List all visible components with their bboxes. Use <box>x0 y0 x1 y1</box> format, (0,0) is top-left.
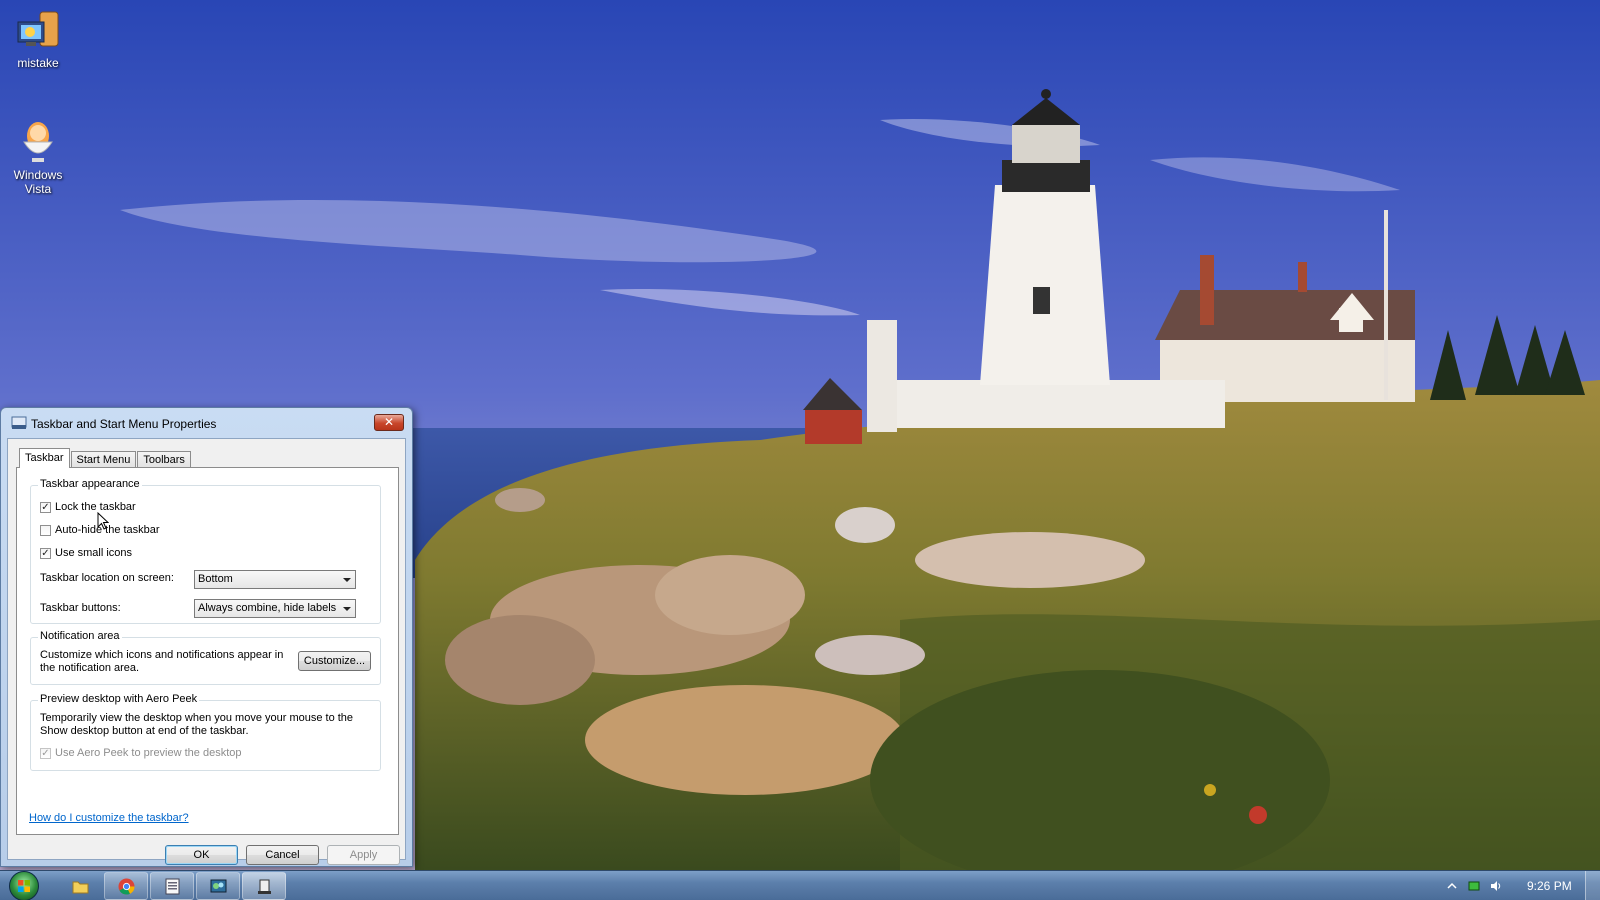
network-window-icon <box>210 879 227 893</box>
dialog-client-area: Taskbar Start Menu Toolbars Taskbar appe… <box>7 438 406 865</box>
network-icon[interactable] <box>1468 880 1480 892</box>
help-link[interactable]: How do I customize the taskbar? <box>29 812 189 824</box>
windows-logo-icon <box>18 880 30 892</box>
checkbox-label: Lock the taskbar <box>55 501 136 513</box>
taskbar-tab-panel: Taskbar appearance ✓ Lock the taskbar Au… <box>16 467 399 835</box>
taskbar-properties-dialog: Taskbar and Start Menu Properties ✕ Task… <box>0 407 413 867</box>
chevron-down-icon <box>343 607 351 611</box>
show-hidden-icons-arrow[interactable] <box>1446 880 1458 892</box>
cancel-button[interactable]: Cancel <box>246 845 319 865</box>
desktop-icon-label: Windows Vista <box>13 168 63 196</box>
checkbox-checked-icon: ✓ <box>40 547 51 559</box>
start-button[interactable] <box>9 871 39 900</box>
taskbar-button-taskbar-properties[interactable] <box>242 872 286 900</box>
taskbar-button-network[interactable] <box>196 872 240 900</box>
location-label: Taskbar location on screen: <box>40 572 174 584</box>
chrome-icon <box>118 878 135 895</box>
checkbox-unchecked-icon <box>40 524 51 536</box>
show-desktop-button[interactable] <box>1585 871 1600 900</box>
desktop-icon-windows-vista[interactable]: Windows Vista <box>0 120 78 196</box>
small-icons-checkbox[interactable]: ✓ Use small icons <box>40 546 132 560</box>
egg-cup-icon <box>14 120 62 164</box>
checkbox-checked-icon: ✓ <box>40 501 51 513</box>
desktop-icon-mistake[interactable]: mistake <box>0 8 78 70</box>
tab-start-menu[interactable]: Start Menu <box>70 451 137 468</box>
notification-area-group: Notification area Customize which icons … <box>30 630 381 685</box>
taskbar-properties-icon <box>258 879 271 894</box>
dialog-titlebar[interactable]: Taskbar and Start Menu Properties ✕ <box>1 408 412 438</box>
tab-strip: Taskbar Start Menu Toolbars <box>19 448 192 468</box>
desktop-icon-label: mistake <box>17 56 59 70</box>
taskbar-button-chrome[interactable] <box>104 872 148 900</box>
notification-description: Customize which icons and notifications … <box>40 649 284 674</box>
group-label: Notification area <box>38 630 122 642</box>
volume-icon[interactable] <box>1490 880 1502 892</box>
aero-peek-checkbox[interactable]: ✓ Use Aero Peek to preview the desktop <box>40 746 242 760</box>
checkbox-label: Use small icons <box>55 547 133 559</box>
chevron-down-icon <box>343 578 351 582</box>
dropdown-value: Always combine, hide labels <box>198 602 337 614</box>
aero-peek-description: Temporarily view the desktop when you mo… <box>40 712 354 737</box>
taskbar-properties-icon <box>11 416 27 429</box>
taskbar-button-document[interactable] <box>150 872 194 900</box>
ok-button[interactable]: OK <box>165 845 238 865</box>
dropdown-value: Bottom <box>198 573 233 585</box>
location-dropdown[interactable]: Bottom <box>194 570 356 589</box>
apply-button[interactable]: Apply <box>327 845 400 865</box>
notification-tray: 9:26 PM <box>1400 871 1600 900</box>
document-window-icon <box>165 878 180 895</box>
computer-folder-icon <box>14 8 62 52</box>
checkbox-checked-icon: ✓ <box>40 747 51 759</box>
group-label: Taskbar appearance <box>38 478 142 490</box>
aero-peek-group: Preview desktop with Aero Peek Temporari… <box>30 693 381 771</box>
group-label: Preview desktop with Aero Peek <box>38 693 200 705</box>
close-icon: ✕ <box>383 415 395 429</box>
taskbar-appearance-group: Taskbar appearance ✓ Lock the taskbar Au… <box>30 478 381 624</box>
dialog-title: Taskbar and Start Menu Properties <box>31 417 217 431</box>
tab-taskbar[interactable]: Taskbar <box>19 448 70 468</box>
customize-button[interactable]: Customize... <box>298 651 371 671</box>
buttons-label: Taskbar buttons: <box>40 602 121 614</box>
tab-toolbars[interactable]: Toolbars <box>137 451 191 468</box>
lock-taskbar-checkbox[interactable]: ✓ Lock the taskbar <box>40 500 136 514</box>
folder-icon <box>72 881 89 894</box>
taskbar-button-explorer[interactable] <box>58 872 102 900</box>
close-button[interactable]: ✕ <box>374 414 404 431</box>
checkbox-label: Use Aero Peek to preview the desktop <box>55 747 242 759</box>
clock[interactable]: 9:26 PM <box>1527 879 1572 893</box>
taskbar-buttons-dropdown[interactable]: Always combine, hide labels <box>194 599 356 618</box>
taskbar: 9:26 PM <box>0 870 1600 900</box>
mouse-cursor-icon <box>97 512 109 530</box>
